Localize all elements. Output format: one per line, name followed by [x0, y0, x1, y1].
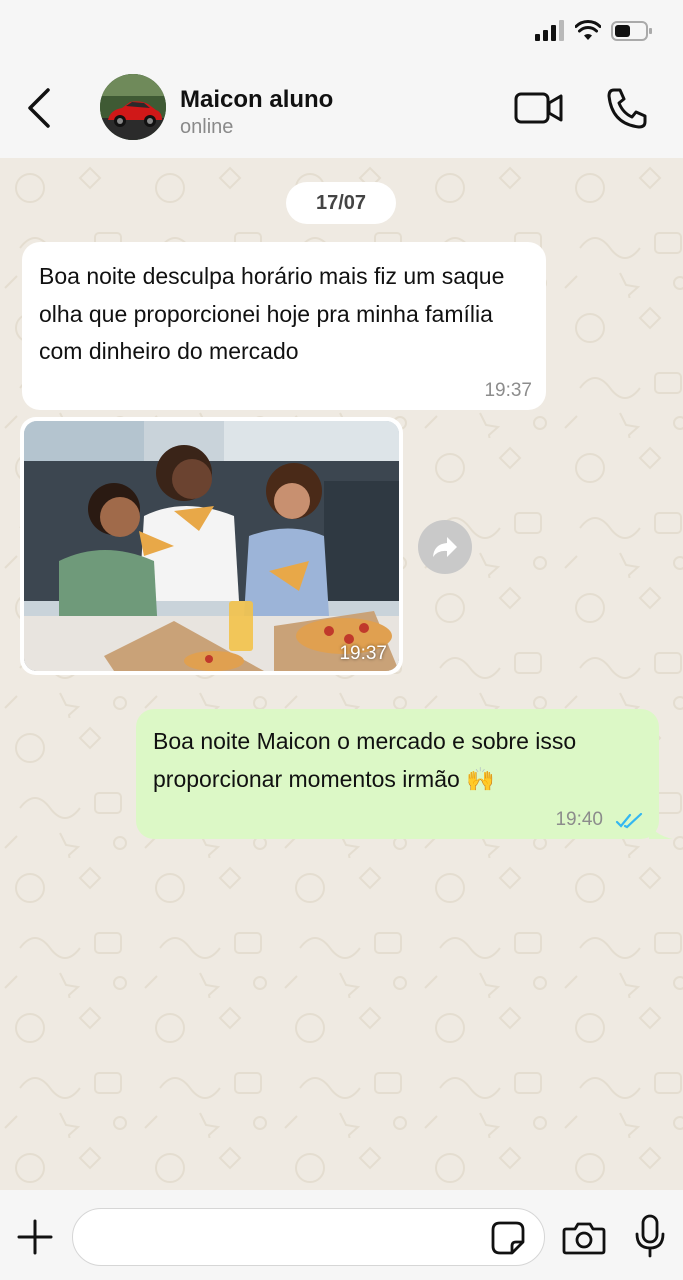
bubble-tail: [649, 821, 673, 839]
sticker-button[interactable]: [490, 1220, 526, 1256]
message-input[interactable]: [72, 1208, 545, 1266]
camera-button[interactable]: [562, 1220, 606, 1256]
forward-button[interactable]: [418, 520, 472, 574]
contact-name[interactable]: Maicon aluno: [180, 86, 333, 114]
message-text: Boa noite Maicon o mercado e sobre isso …: [153, 728, 577, 792]
avatar[interactable]: [100, 74, 166, 140]
message-time: 19:37: [484, 380, 532, 401]
incoming-image-message[interactable]: 19:37: [20, 417, 403, 675]
contact-status: online: [180, 116, 234, 138]
message-text: Boa noite desculpa horário mais fiz um s…: [39, 263, 505, 364]
video-call-button[interactable]: [514, 90, 564, 126]
phone-icon: [607, 88, 647, 129]
family-pizza-photo: [24, 421, 399, 671]
incoming-message[interactable]: Boa noite desculpa horário mais fiz um s…: [22, 242, 546, 410]
image-time: 19:37: [339, 643, 387, 664]
signal-icon: [535, 20, 564, 41]
microphone-button[interactable]: [634, 1214, 666, 1258]
microphone-icon: [635, 1214, 665, 1258]
plus-icon: [17, 1219, 53, 1255]
date-separator: 17/07: [286, 182, 396, 224]
chat-header: Maicon aluno online: [0, 66, 683, 158]
camera-icon: [562, 1222, 606, 1255]
sticker-icon: [491, 1221, 525, 1255]
message-time: 19:40: [555, 809, 603, 830]
avatar-car-image: [100, 74, 166, 140]
message-input-bar: [0, 1190, 683, 1280]
back-button[interactable]: [22, 86, 58, 130]
wifi-icon: [575, 20, 601, 40]
chevron-left-icon: [28, 88, 50, 128]
message-image[interactable]: 19:37: [24, 421, 399, 671]
chat-area[interactable]: 17/07 Boa noite desculpa horário mais fi…: [0, 158, 683, 1190]
video-camera-icon: [514, 92, 563, 124]
forward-arrow-icon: [433, 537, 457, 557]
battery-icon: [611, 21, 652, 41]
status-bar: [0, 0, 683, 66]
double-check-icon: [615, 813, 643, 829]
voice-call-button[interactable]: [604, 86, 650, 130]
status-icons: [535, 20, 653, 42]
attach-button[interactable]: [16, 1218, 54, 1256]
outgoing-message[interactable]: Boa noite Maicon o mercado e sobre isso …: [136, 709, 673, 839]
